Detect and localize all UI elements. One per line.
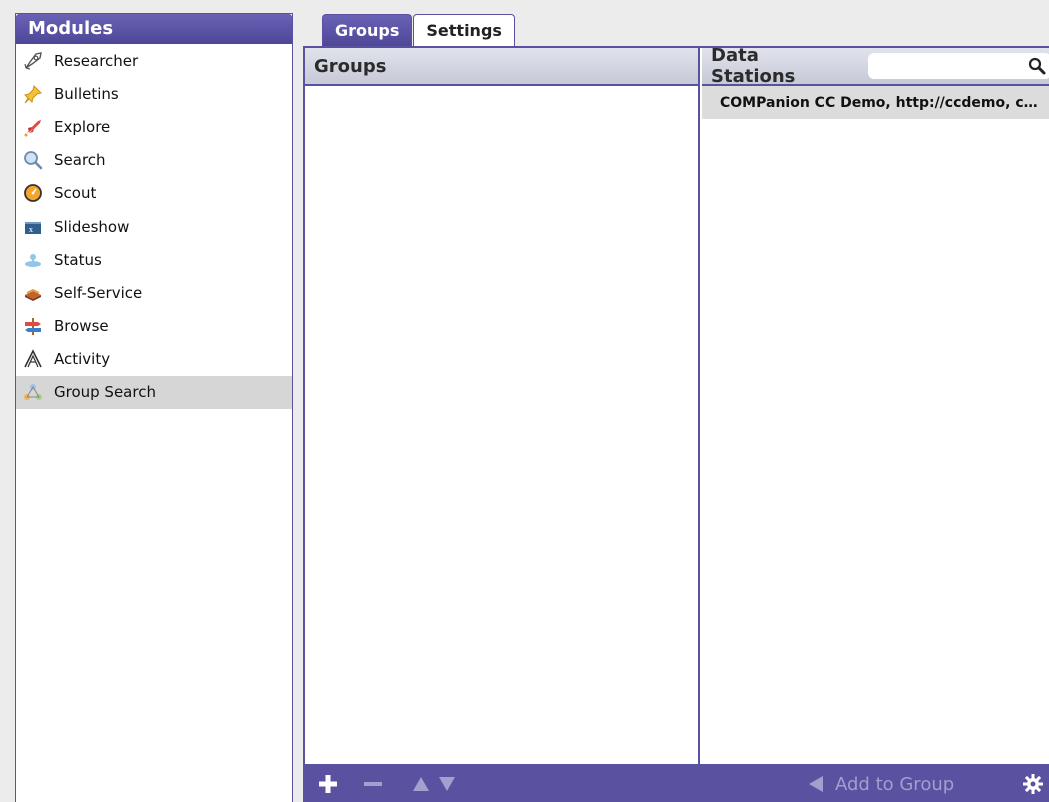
bottom-toolbar: Add to Group	[305, 764, 1049, 802]
modules-sidebar: Modules Researcher Bulletins Explore Sea…	[15, 13, 293, 802]
add-group-button[interactable]	[317, 773, 339, 795]
stations-search-input[interactable]	[867, 53, 1028, 79]
sidebar-item-label: Browse	[54, 317, 109, 336]
tab-bar: Groups Settings	[322, 14, 516, 46]
sidebar-item-researcher[interactable]: Researcher	[16, 44, 292, 77]
svg-text:x: x	[29, 226, 33, 234]
sidebar-item-label: Self-Service	[54, 283, 143, 302]
stations-search-box	[867, 53, 1049, 79]
sidebar-item-browse[interactable]: Browse	[16, 310, 292, 343]
sidebar-item-explore[interactable]: Explore	[16, 110, 292, 143]
groups-header: Groups	[305, 48, 698, 86]
sidebar-item-self-service[interactable]: Self-Service	[16, 276, 292, 309]
sidebar-item-label: Slideshow	[54, 217, 130, 236]
data-stations-list: COMPanion CC Demo, http://ccdemo, c…	[702, 86, 1049, 119]
tab-settings[interactable]: Settings	[413, 14, 515, 46]
add-to-group-button[interactable]: Add to Group	[807, 770, 954, 798]
rocket-outline-icon	[22, 50, 44, 72]
slideshow-icon: x	[22, 216, 44, 238]
move-up-button[interactable]	[411, 774, 431, 794]
sidebar-item-label: Scout	[54, 184, 97, 203]
remove-group-button[interactable]	[362, 773, 384, 795]
triangle-up-icon	[413, 777, 429, 791]
sidebar-item-bulletins[interactable]: Bulletins	[16, 77, 292, 110]
modules-list: Researcher Bulletins Explore Search Scou…	[16, 44, 292, 410]
sidebar-item-label: Researcher	[54, 51, 139, 70]
search-icon[interactable]	[1027, 56, 1047, 76]
sidebar-item-group-search[interactable]: Group Search	[16, 375, 292, 410]
main-panel: Groups Data Stations COMPanion CC Demo, …	[303, 45, 1049, 802]
sidebar-item-label: Group Search	[54, 383, 156, 402]
groups-pane: Groups	[305, 48, 700, 764]
data-stations-title: Data Stations	[711, 45, 796, 87]
sidebar-item-label: Status	[54, 250, 102, 269]
add-to-group-label: Add to Group	[835, 773, 955, 795]
groups-title: Groups	[314, 55, 387, 77]
compass-icon	[22, 182, 44, 204]
gear-icon[interactable]	[1022, 773, 1044, 795]
rocket-icon	[22, 116, 44, 138]
group-search-icon	[22, 381, 44, 403]
move-down-button[interactable]	[437, 774, 457, 794]
signpost-icon	[22, 315, 44, 337]
list-item[interactable]: COMPanion CC Demo, http://ccdemo, c…	[702, 86, 1049, 119]
sidebar-item-activity[interactable]: Activity	[16, 343, 292, 376]
sidebar-item-search[interactable]: Search	[16, 144, 292, 177]
groups-list[interactable]	[305, 86, 698, 762]
books-icon	[22, 282, 44, 304]
sidebar-item-scout[interactable]: Scout	[16, 177, 292, 210]
tab-groups[interactable]: Groups	[322, 14, 413, 46]
minus-icon	[364, 782, 382, 786]
data-stations-pane: Data Stations COMPanion CC Demo, http://…	[702, 45, 1049, 764]
data-stations-header: Data Stations	[702, 45, 1049, 87]
magnifier-icon	[22, 149, 44, 171]
sidebar-item-label: Explore	[54, 117, 111, 136]
sidebar-item-label: Bulletins	[54, 84, 119, 103]
modules-header: Modules	[16, 14, 292, 44]
sidebar-item-status[interactable]: Status	[16, 243, 292, 276]
status-icon	[22, 249, 44, 271]
triangle-left-icon	[809, 776, 823, 792]
activity-icon	[22, 348, 44, 370]
pushpin-icon	[22, 83, 44, 105]
sidebar-item-label: Search	[54, 151, 106, 170]
sidebar-item-label: Activity	[54, 350, 111, 369]
sidebar-item-slideshow[interactable]: x Slideshow	[16, 210, 292, 243]
plus-icon	[319, 775, 337, 793]
triangle-down-icon	[439, 777, 455, 791]
